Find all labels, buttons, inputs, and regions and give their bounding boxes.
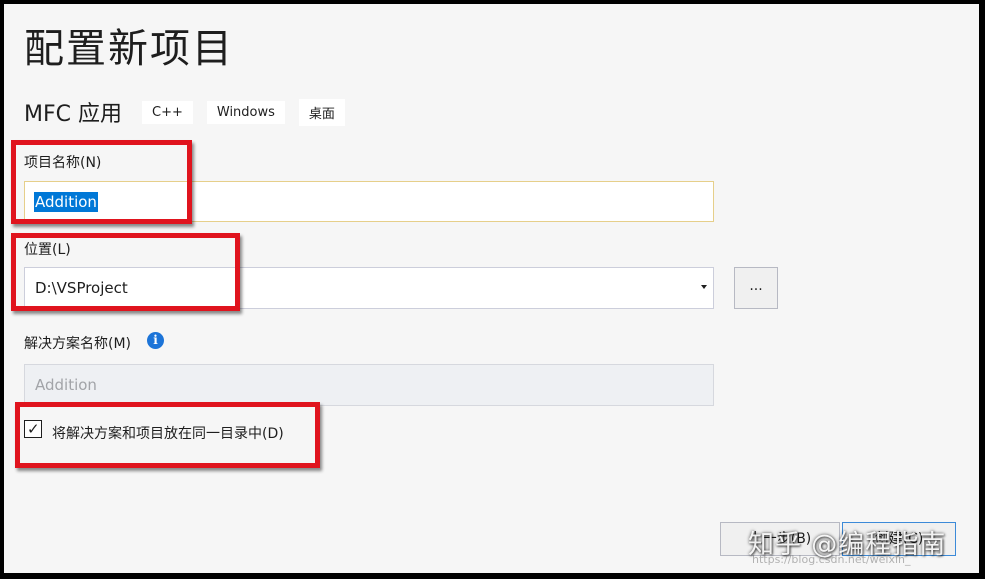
tag-project-type: 桌面: [298, 98, 345, 126]
solution-name-label: 解决方案名称(M): [24, 336, 132, 352]
tag-platform: Windows: [206, 100, 285, 124]
highlight-box-project-name: [11, 140, 192, 224]
solution-name-value: Addition: [35, 376, 97, 394]
info-icon[interactable]: i: [147, 332, 164, 349]
dialog-window: 配置新项目 MFC 应用 C++ Windows 桌面 项目名称(N) Addi…: [4, 4, 979, 573]
page-title: 配置新项目: [24, 26, 234, 72]
solution-name-input: Addition: [24, 364, 714, 406]
template-name: MFC 应用: [24, 102, 122, 127]
dropdown-arrow-icon[interactable]: [701, 285, 707, 289]
highlight-box-checkbox: [15, 402, 320, 468]
highlight-box-location: [11, 233, 240, 311]
template-info: MFC 应用 C++ Windows 桌面: [24, 96, 359, 128]
browse-button[interactable]: ...: [734, 267, 778, 309]
watermark-url: https://blog.csdn.net/weixin_: [752, 553, 911, 566]
tag-language: C++: [142, 100, 193, 124]
